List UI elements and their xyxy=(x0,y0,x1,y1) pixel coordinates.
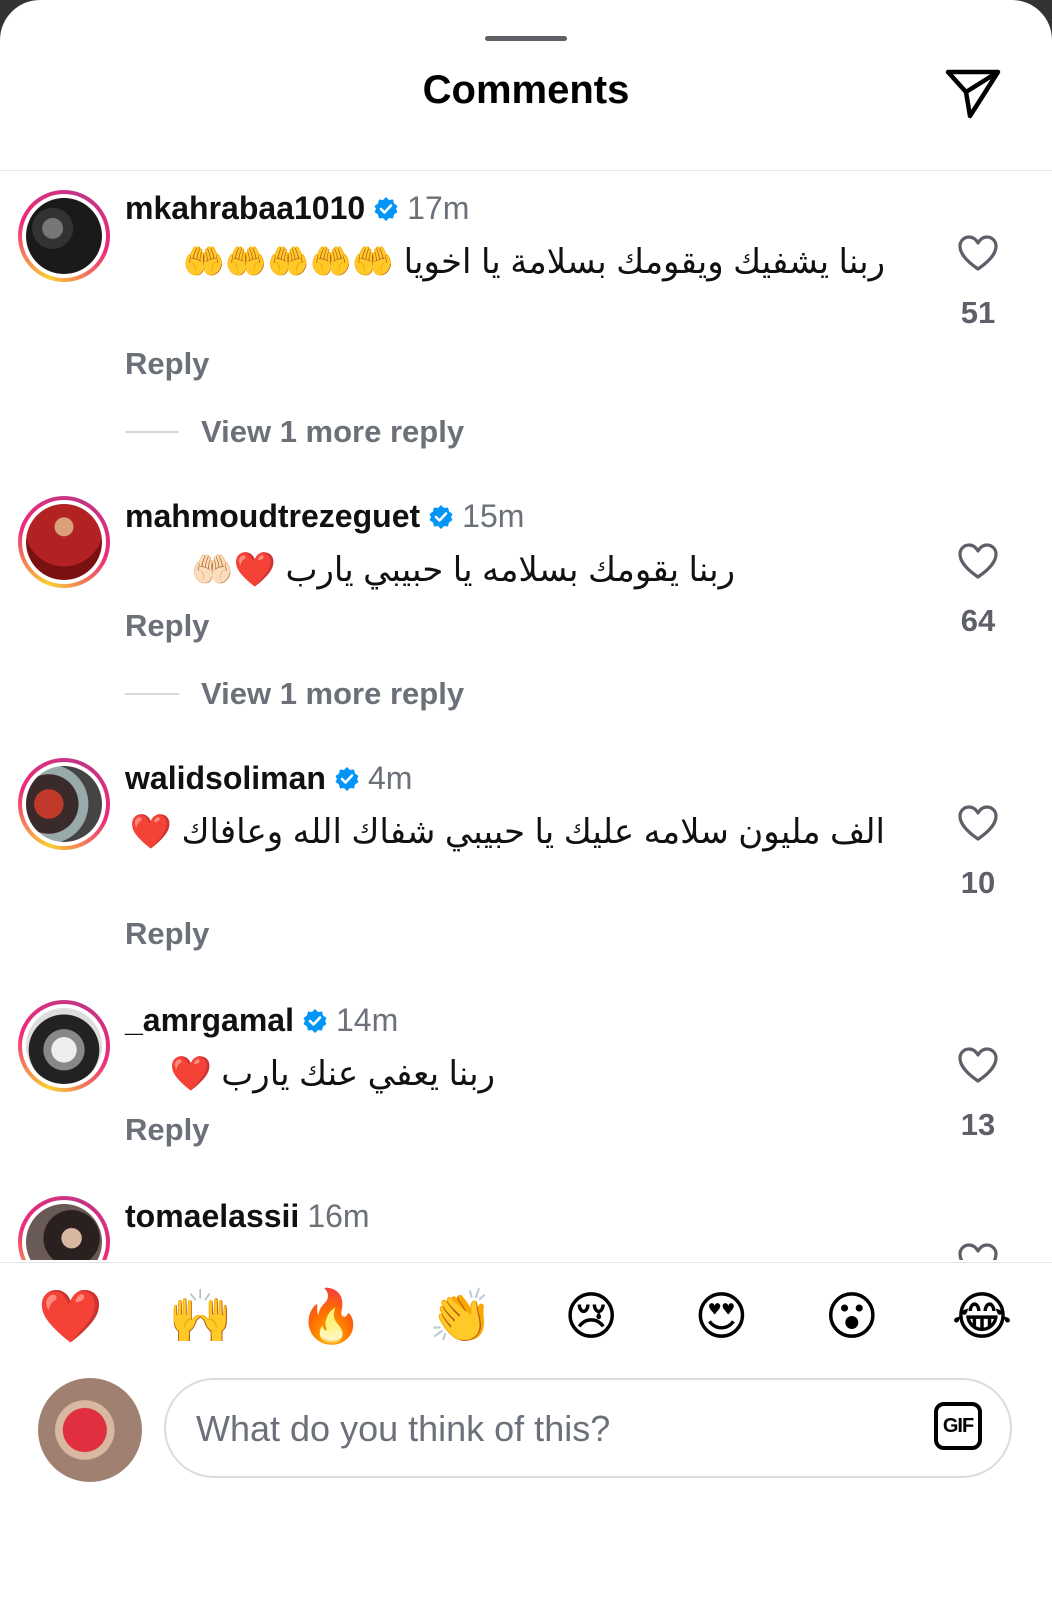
sheet-grabber[interactable] xyxy=(485,36,567,41)
like-group xyxy=(948,1242,1008,1260)
comment-username[interactable]: mahmoudtrezeguet xyxy=(125,498,420,535)
emoji-surprised[interactable]: 😮 xyxy=(820,1287,884,1347)
gif-button[interactable]: GIF xyxy=(934,1402,982,1450)
comment-username[interactable]: _amrgamal xyxy=(125,1002,294,1039)
header-divider xyxy=(0,170,1052,171)
comment-time: 4m xyxy=(367,760,413,796)
like-count: 13 xyxy=(960,1107,996,1142)
thread-line xyxy=(125,693,179,695)
comment-username[interactable]: walidsoliman xyxy=(125,760,326,797)
reply-button[interactable]: Reply xyxy=(125,1112,209,1148)
like-count: 51 xyxy=(960,295,996,330)
avatar[interactable] xyxy=(18,1196,110,1260)
comment-item: tomaelassii 16m xyxy=(0,1196,1052,1260)
emoji-crying[interactable]: 😢 xyxy=(559,1287,623,1347)
heart-icon[interactable] xyxy=(957,1242,999,1260)
comment-time: 15m xyxy=(462,498,525,534)
comment-text: ربنا يعفي عنك يارب ❤️ xyxy=(169,1055,495,1093)
comment-time: 14m xyxy=(335,1002,399,1038)
comment-time: 17m xyxy=(407,190,470,226)
verified-badge-icon xyxy=(429,504,453,529)
like-group: 13 xyxy=(948,1046,1008,1143)
heart-icon[interactable] xyxy=(957,542,999,580)
emoji-heart[interactable]: ❤️ xyxy=(38,1286,103,1347)
share-icon[interactable] xyxy=(944,66,1002,120)
view-more-replies-button[interactable]: View 1 more reply xyxy=(125,676,464,712)
comment-username[interactable]: tomaelassii xyxy=(125,1198,299,1235)
comment-text: ربنا يشفيك ويقومك بسلامة يا اخويا 🤲🤲🤲🤲🤲 xyxy=(182,243,885,281)
like-count: 64 xyxy=(960,603,996,638)
verified-badge-icon xyxy=(335,766,359,791)
page-title: Comments xyxy=(422,68,630,112)
emoji-reaction-bar: ❤️ 🙌 🔥 👏 😢 😍 😮 😂 xyxy=(0,1262,1052,1370)
verified-badge-icon xyxy=(303,1008,327,1033)
avatar[interactable] xyxy=(18,1000,110,1092)
view-more-replies-button[interactable]: View 1 more reply xyxy=(125,414,464,450)
reply-button[interactable]: Reply xyxy=(125,346,209,382)
emoji-laughing[interactable]: 😂 xyxy=(950,1287,1014,1347)
like-group: 10 xyxy=(948,804,1008,901)
comment-time: 16m xyxy=(307,1198,370,1234)
emoji-heart-eyes[interactable]: 😍 xyxy=(689,1287,753,1347)
heart-icon[interactable] xyxy=(957,1046,999,1084)
avatar[interactable] xyxy=(18,758,110,850)
like-group: 64 xyxy=(948,542,1008,639)
verified-badge-icon xyxy=(374,196,398,221)
comments-sheet: Comments mkahrabaa1010 17m ربنا يشفيك وي… xyxy=(0,0,1052,1600)
emoji-fire[interactable]: 🔥 xyxy=(299,1286,364,1347)
thread-line xyxy=(125,431,179,433)
comment-username[interactable]: mkahrabaa1010 xyxy=(125,190,365,227)
avatar[interactable] xyxy=(18,496,110,588)
comment-input[interactable] xyxy=(194,1400,878,1458)
view-more-label: View 1 more reply xyxy=(201,414,465,449)
comment-input-container[interactable]: GIF xyxy=(164,1378,1012,1478)
comment-text: ربنا يقومك بسلامه يا حبيبي يارب ❤️🤲🏻 xyxy=(191,551,735,589)
view-more-label: View 1 more reply xyxy=(201,676,465,711)
like-group: 51 xyxy=(948,234,1008,331)
heart-icon[interactable] xyxy=(957,804,999,842)
reply-button[interactable]: Reply xyxy=(125,916,209,952)
comment-composer: GIF xyxy=(0,1370,1052,1600)
heart-icon[interactable] xyxy=(957,234,999,272)
reply-button[interactable]: Reply xyxy=(125,608,209,644)
like-count: 10 xyxy=(960,865,996,900)
emoji-clapping[interactable]: 👏 xyxy=(429,1286,494,1347)
comment-text: الف مليون سلامه عليك يا حبيبي شفاك الله … xyxy=(129,813,885,851)
current-user-avatar xyxy=(38,1378,142,1482)
emoji-raising-hands[interactable]: 🙌 xyxy=(168,1286,233,1347)
avatar[interactable] xyxy=(18,190,110,282)
